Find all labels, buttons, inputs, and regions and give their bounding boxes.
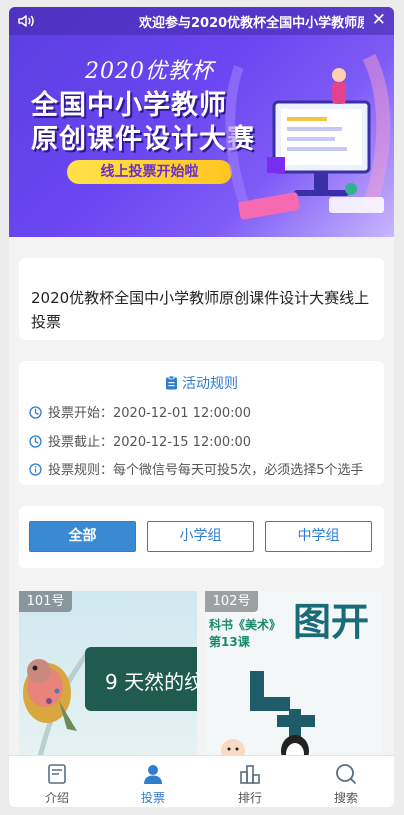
entry-card-101[interactable]: 9 天然的纹 101号: [19, 591, 197, 761]
speaker-icon: [18, 15, 34, 27]
clock-icon: [29, 406, 42, 419]
nav-search[interactable]: 搜索: [298, 756, 394, 807]
notice-text: 欢迎参与2020优教杯全国中小学教师原创课件设计大赛线上投票: [139, 16, 364, 31]
nav-vote[interactable]: 投票: [105, 756, 201, 807]
intro-icon: [48, 764, 66, 784]
tab-middle-group[interactable]: 中学组: [265, 521, 372, 552]
rules-heading: 活动规则: [19, 373, 384, 393]
info-icon: [29, 463, 42, 476]
nav-label: 排行: [237, 791, 262, 805]
rules-card: 活动规则 投票开始：2020-12-01 12:00:00 投票截止：2020-…: [19, 361, 384, 485]
rules-heading-text: 活动规则: [182, 376, 238, 392]
notice-bar: 欢迎参与2020优教杯全国中小学教师原创课件设计大赛线上投票 ✕: [9, 7, 394, 35]
banner-subtitle: 2020优教杯: [85, 59, 214, 84]
computer-illustration: [225, 53, 391, 220]
vote-rule-text: 投票规则：每个微信号每天可投5次，必须选择5个选手: [48, 463, 364, 478]
nav-ranking[interactable]: 排行: [202, 756, 298, 807]
nav-label: 搜索: [333, 791, 358, 805]
vote-start-text: 投票开始：2020-12-01 12:00:00: [48, 406, 252, 421]
nav-label: 介绍: [44, 791, 69, 805]
search-icon: [336, 764, 356, 784]
vote-rule-line: 投票规则：每个微信号每天可投5次，必须选择5个选手: [29, 459, 379, 478]
bottom-nav: 介绍 投票 排行 搜索: [9, 755, 394, 807]
banner: 欢迎参与2020优教杯全国中小学教师原创课件设计大赛线上投票 ✕ 2020优教杯…: [9, 7, 394, 237]
vote-start-line: 投票开始：2020-12-01 12:00:00: [29, 402, 379, 421]
nav-intro[interactable]: 介绍: [9, 756, 105, 807]
vote-end-line: 投票截止：2020-12-15 12:00:00: [29, 431, 379, 450]
cartoon-illustration: [221, 671, 315, 761]
mobile-page: 欢迎参与2020优教杯全国中小学教师原创课件设计大赛线上投票 ✕ 2020优教杯…: [9, 7, 394, 807]
close-icon[interactable]: ✕: [372, 10, 386, 30]
vote-end-text: 投票截止：2020-12-15 12:00:00: [48, 435, 252, 450]
tab-all[interactable]: 全部: [29, 521, 136, 552]
event-title-card: 2020优教杯全国中小学教师原创课件设计大赛线上投票: [19, 258, 384, 340]
clock-icon: [29, 435, 42, 448]
document-icon: [166, 376, 177, 390]
entry-number: 101号: [19, 591, 72, 612]
tab-primary-group[interactable]: 小学组: [147, 521, 254, 552]
banner-pill: 线上投票开始啦: [67, 160, 232, 184]
group-filter: 全部 小学组 中学组: [19, 506, 384, 568]
entry-thumb-line2: 第13课: [209, 635, 250, 649]
user-icon: [144, 765, 162, 784]
nav-label: 投票: [140, 791, 165, 805]
entry-thumb-line1: 科书《美术》: [209, 618, 282, 632]
event-title: 2020优教杯全国中小学教师原创课件设计大赛线上投票: [31, 289, 370, 331]
ranking-icon: [240, 765, 260, 784]
entry-card-102[interactable]: 图开 科书《美术》 第13课 102号: [205, 591, 383, 761]
entry-thumb-text: 9 天然的纹: [105, 670, 197, 694]
entry-thumb-big-text: 图开: [293, 600, 370, 644]
entry-number: 102号: [205, 591, 258, 612]
